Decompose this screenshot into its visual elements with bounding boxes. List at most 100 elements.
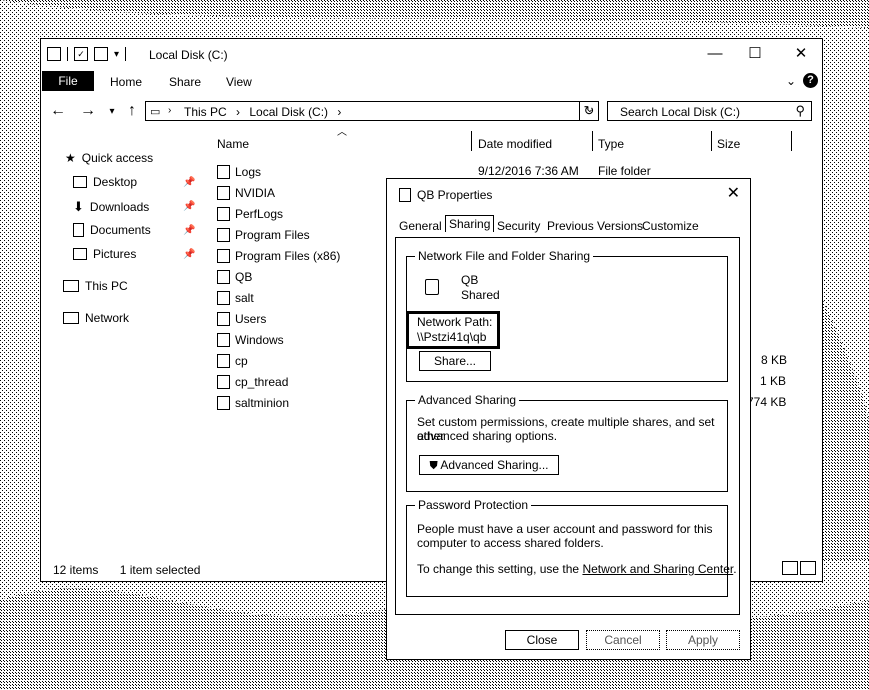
pin-icon[interactable]: 📌 [183,249,195,260]
nav-item-network[interactable]: Network [63,311,129,325]
tab-general[interactable]: General [399,219,442,233]
table-row[interactable]: QB [217,270,252,284]
tab-home[interactable]: Home [110,75,142,89]
apply-button[interactable]: Apply [666,630,740,650]
forward-arrow-icon[interactable]: → [79,102,97,120]
table-row[interactable]: Logs [217,165,261,179]
nav-item-downloads[interactable]: ⬇ Downloads [73,199,149,215]
status-item-count: 12 items [53,563,99,577]
nav-item-documents[interactable]: Documents [73,223,151,237]
dialog-title: QB Properties [417,188,493,202]
nav-label: Network [85,311,130,325]
column-divider[interactable] [711,131,712,151]
breadcrumb-this-pc[interactable]: This PC [184,105,227,119]
tab-share[interactable]: Share [169,75,201,89]
minimize-button[interactable]: — [705,44,725,64]
tab-sharing[interactable]: Sharing [445,215,495,232]
folder-icon [399,188,411,202]
up-arrow-icon[interactable]: ↑ [123,102,141,120]
folder-icon [217,333,230,347]
advanced-sharing-group: Advanced Sharing Set custom permissions,… [406,393,728,492]
table-row[interactable]: saltminion [217,396,289,410]
column-header-name[interactable]: Name [217,137,249,151]
details-view-icon[interactable] [782,561,798,575]
close-button[interactable]: Close [505,630,579,650]
customize-toolbar-icon[interactable]: ▾ [114,49,119,60]
documents-icon [73,223,84,237]
folder-icon [217,291,230,305]
tab-view[interactable]: View [226,75,252,89]
address-bar[interactable]: ▭ › This PC › Local Disk (C:) › ⌄ [145,101,599,121]
quick-access-toolbar: ✓ ▾ [47,47,127,61]
large-icons-view-icon[interactable] [800,561,816,575]
nav-label: Documents [90,223,151,237]
folder-icon [425,279,439,295]
cancel-button[interactable]: Cancel [586,630,660,650]
column-header-size[interactable]: Size [717,137,740,151]
separator [125,47,127,61]
refresh-button[interactable]: ↻ [579,101,599,121]
properties-icon[interactable]: ✓ [74,47,88,61]
table-row[interactable]: cp_thread [217,375,288,389]
pin-icon[interactable]: 📌 [183,177,195,188]
navigation-pane: ★ Quick access Desktop 📌 ⬇ Downloads 📌 D… [41,135,211,555]
table-row[interactable]: Windows [217,333,284,347]
table-row[interactable]: salt [217,291,254,305]
table-row[interactable]: NVIDIA [217,186,275,200]
file-date: 9/12/2016 7:36 AM [478,164,579,178]
file-size: 8 KB [761,353,788,367]
tab-file[interactable]: File [42,71,94,91]
table-row[interactable]: Program Files [217,228,310,242]
folder-icon [217,186,230,200]
breadcrumb-local-disk[interactable]: Local Disk (C:) [249,105,328,119]
nav-label: Downloads [89,200,150,214]
tab-customize[interactable]: Customize [642,219,699,233]
advanced-sharing-button[interactable]: ⛊ Advanced Sharing... [419,455,559,475]
share-button[interactable]: Share... [419,351,491,371]
back-arrow-icon[interactable]: ← [49,102,67,120]
network-sharing-center-link[interactable]: Network and Sharing Center [582,562,733,576]
table-row[interactable]: Users [217,312,266,326]
column-header-type[interactable]: Type [598,137,624,151]
tab-previous-versions[interactable]: Previous Versions [547,219,643,233]
chevron-right-icon[interactable]: › [337,105,341,119]
file-icon [217,354,230,368]
search-box[interactable]: Search Local Disk (C:) ⚲ [607,101,812,121]
column-divider[interactable] [592,131,593,151]
tab-security[interactable]: Security [497,219,540,233]
close-icon[interactable]: ✕ [727,183,740,203]
column-divider[interactable] [471,131,472,151]
file-name: Users [235,312,267,326]
help-icon[interactable]: ? [803,73,818,88]
recent-locations-chevron-icon[interactable]: ▾ [103,106,121,117]
title-bar: ✓ ▾ Local Disk (C:) — ☐ ✕ [41,39,822,71]
password-description: People must have a user account and pass… [417,522,713,536]
nav-item-pictures[interactable]: Pictures [73,247,136,261]
search-input[interactable]: Search Local Disk (C:) [620,105,740,119]
expand-ribbon-chevron-icon[interactable]: ⌄ [786,74,796,88]
chevron-right-icon[interactable]: › [168,105,171,116]
close-window-button[interactable]: ✕ [791,44,811,64]
password-change-text: To change this setting, use the Network … [417,562,737,576]
table-row[interactable]: cp [217,354,248,368]
maximize-button[interactable]: ☐ [745,44,765,64]
star-icon: ★ [65,151,76,165]
download-arrow-icon: ⬇ [73,199,84,214]
folder-icon [217,228,230,242]
nav-item-desktop[interactable]: Desktop [73,175,137,189]
network-icon [63,312,79,324]
password-protection-group: Password Protection People must have a u… [406,498,737,597]
table-row[interactable]: Program Files (x86) [217,249,340,263]
gear-file-icon [217,396,230,410]
file-name: Program Files [235,228,310,242]
pin-icon[interactable]: 📌 [183,225,195,236]
nav-item-quick-access[interactable]: ★ Quick access [65,151,153,165]
column-header-date-modified[interactable]: Date modified [478,137,552,151]
column-divider[interactable] [791,131,792,151]
nav-item-this-pc[interactable]: This PC [63,279,128,293]
new-folder-icon[interactable] [94,47,108,61]
window-title: Local Disk (C:) [149,48,228,62]
chevron-right-icon[interactable]: › [236,105,240,119]
pin-icon[interactable]: 📌 [183,201,195,212]
table-row[interactable]: PerfLogs [217,207,283,221]
